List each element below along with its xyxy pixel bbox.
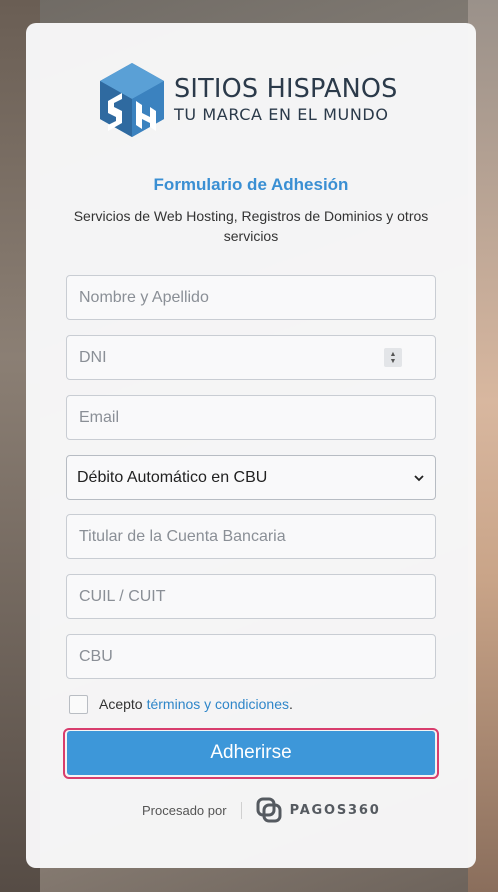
form-subtitle: Servicios de Web Hosting, Registros de D… bbox=[73, 208, 429, 244]
spinner-up-icon: ▲ bbox=[389, 350, 397, 358]
processed-by-footer: Procesado por PAGOS360 bbox=[142, 796, 381, 824]
brand-tagline: TU MARCA EN EL MUNDO bbox=[174, 104, 389, 124]
dni-input[interactable] bbox=[66, 335, 436, 380]
footer-divider bbox=[240, 801, 242, 819]
brand-logo: SITIOS HISPANOS TU MARCA EN EL MUNDO bbox=[98, 60, 408, 140]
email-input[interactable] bbox=[66, 395, 436, 440]
terms-suffix: . bbox=[289, 696, 293, 712]
submit-button[interactable]: Adherirse bbox=[67, 731, 435, 775]
form-title: Formulario de Adhesión bbox=[153, 175, 349, 194]
cuil-cuit-input[interactable] bbox=[66, 574, 436, 619]
spinner-down-icon: ▼ bbox=[389, 357, 397, 365]
dni-spinner[interactable]: ▲ ▼ bbox=[384, 348, 402, 367]
pagos360-logo-icon bbox=[256, 797, 282, 823]
pagos360-wordmark: PAGOS360 bbox=[289, 802, 381, 818]
terms-row: Acepto términos y condiciones . bbox=[69, 694, 293, 714]
terms-prefix: Acepto bbox=[99, 696, 143, 712]
processed-by-label: Procesado por bbox=[142, 802, 227, 818]
account-holder-input[interactable] bbox=[66, 514, 436, 559]
payment-method-value: Débito Automático en CBU bbox=[77, 468, 268, 486]
terms-checkbox[interactable] bbox=[69, 694, 88, 714]
payment-method-select[interactable]: Débito Automático en CBU bbox=[66, 455, 436, 500]
terms-link[interactable]: términos y condiciones bbox=[147, 696, 289, 712]
name-input[interactable] bbox=[66, 275, 436, 320]
brand-name: SITIOS HISPANOS bbox=[174, 74, 398, 105]
chevron-down-icon bbox=[414, 474, 424, 481]
cbu-input[interactable] bbox=[66, 634, 436, 679]
sh-cube-logo-icon bbox=[100, 63, 164, 137]
